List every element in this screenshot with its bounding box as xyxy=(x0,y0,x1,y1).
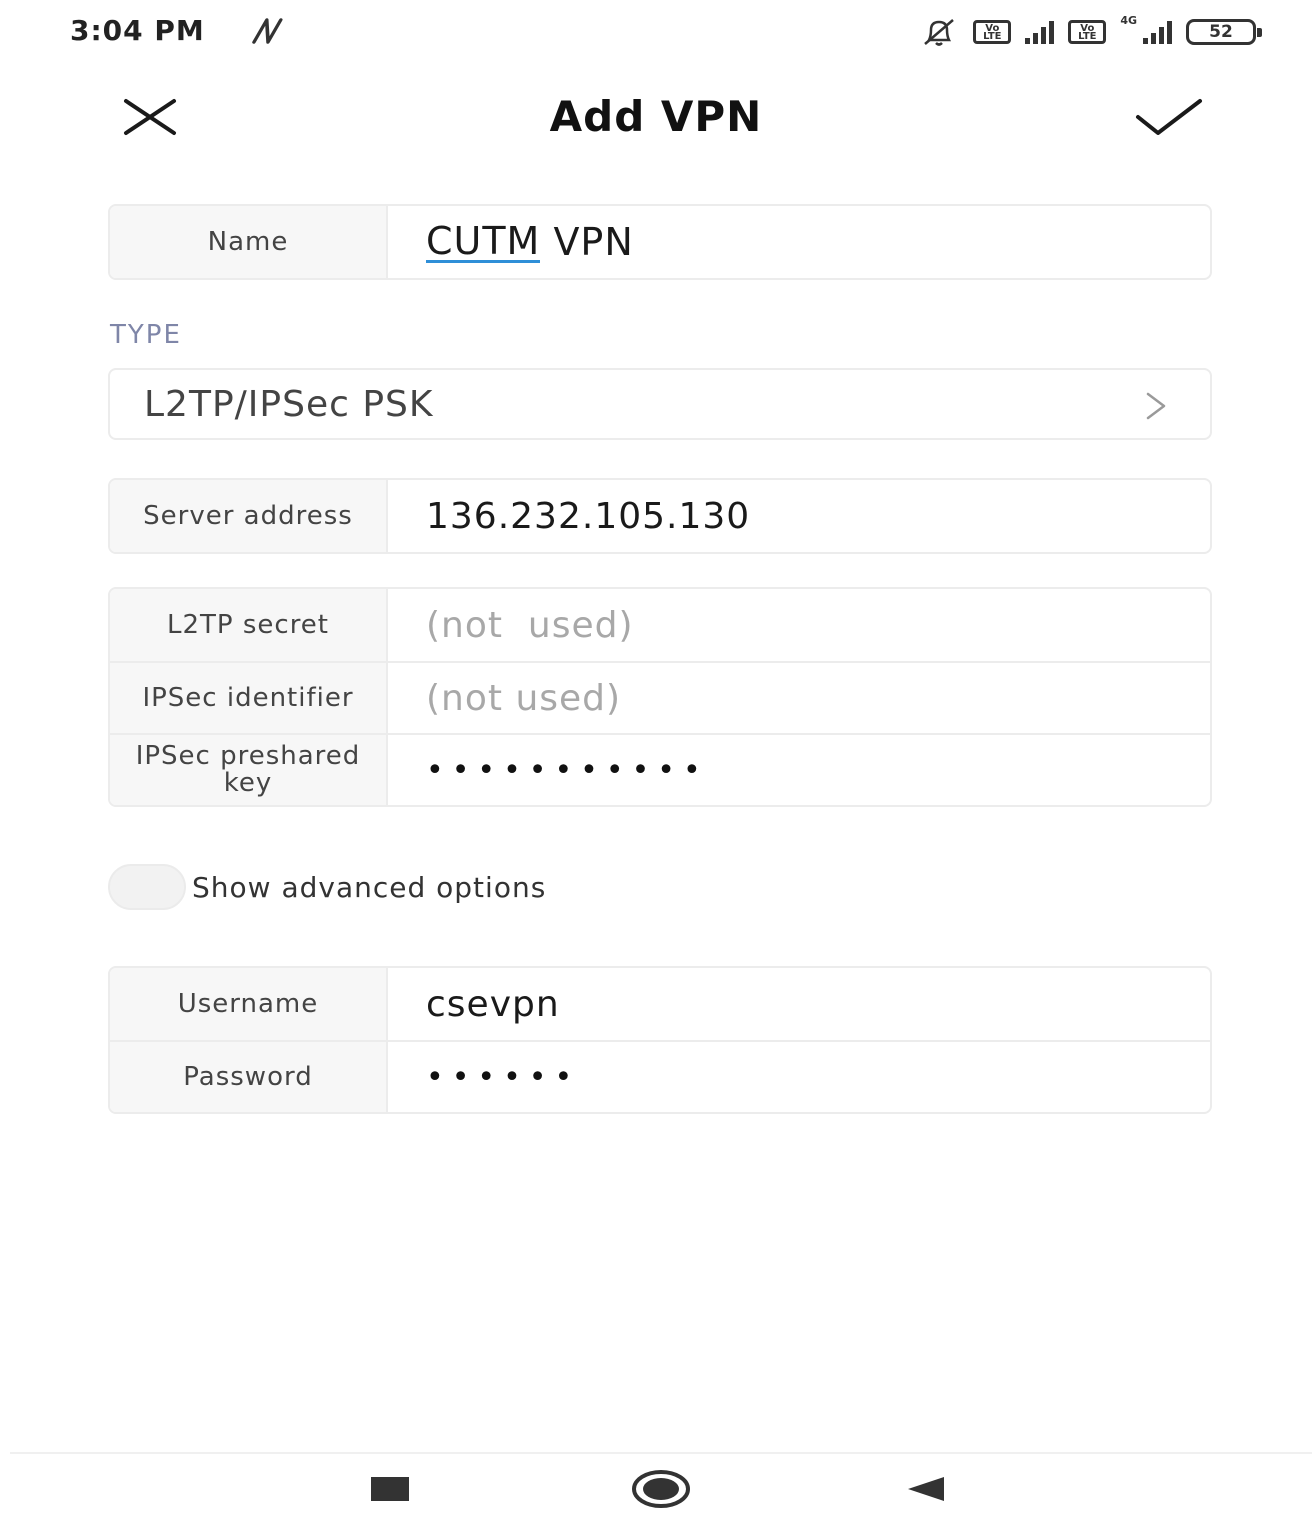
password-label: Password xyxy=(110,1042,388,1112)
name-value-underlined: CUTM xyxy=(426,218,541,263)
recents-button[interactable] xyxy=(360,1466,420,1512)
recents-icon xyxy=(371,1477,409,1501)
server-label: Server address xyxy=(110,480,388,552)
name-card: Name CUTM VPN xyxy=(108,204,1212,280)
confirm-button[interactable] xyxy=(1124,84,1214,150)
nfc-icon xyxy=(252,18,283,44)
back-icon xyxy=(908,1477,944,1501)
l2tp-secret-label: L2TP secret xyxy=(110,589,388,661)
l2tp-secret-input[interactable]: (not used) xyxy=(388,589,1210,661)
credentials-card: Username csevpn Password •••••• xyxy=(108,966,1212,1114)
ipsec-psk-label: IPSec preshared key xyxy=(110,735,388,805)
name-row: Name CUTM VPN xyxy=(110,206,1210,278)
network-type: 4G xyxy=(1120,14,1137,27)
ipsec-identifier-row: IPSec identifier (not used) xyxy=(110,661,1210,733)
page-title: Add VPN xyxy=(549,92,763,141)
check-icon xyxy=(1136,99,1202,135)
status-bar: 3:04 PM Vo LTE Vo LTE 4G 52 xyxy=(0,0,1312,64)
type-section-label: TYPE xyxy=(110,320,182,350)
volte-icon-2: Vo LTE xyxy=(1068,20,1107,44)
username-row: Username csevpn xyxy=(110,968,1210,1040)
username-input[interactable]: csevpn xyxy=(388,968,1210,1040)
name-value-rest: VPN xyxy=(540,220,634,264)
mute-icon xyxy=(924,19,955,46)
type-value: L2TP/IPSec PSK xyxy=(144,383,434,425)
ipsec-card: L2TP secret (not used) IPSec identifier … xyxy=(108,587,1212,807)
header: Add VPN xyxy=(0,70,1312,160)
back-button[interactable] xyxy=(896,1466,956,1512)
password-input[interactable]: •••••• xyxy=(388,1042,1210,1112)
status-icons: Vo LTE Vo LTE 4G 52 xyxy=(919,14,1262,50)
type-selector[interactable]: L2TP/IPSec PSK xyxy=(108,368,1212,440)
advanced-options-label: Show advanced options xyxy=(192,870,547,904)
advanced-options-toggle[interactable] xyxy=(108,864,186,910)
ipsec-identifier-input[interactable]: (not used) xyxy=(388,663,1210,733)
username-label: Username xyxy=(110,968,388,1040)
name-input[interactable]: CUTM VPN xyxy=(388,206,1210,278)
volte-icon: Vo LTE xyxy=(973,20,1012,44)
ipsec-psk-input[interactable]: ••••••••••• xyxy=(388,735,1210,805)
server-row: Server address 136.232.105.130 xyxy=(110,480,1210,552)
ipsec-psk-row: IPSec preshared key ••••••••••• xyxy=(110,733,1210,805)
password-row: Password •••••• xyxy=(110,1040,1210,1112)
navigation-bar xyxy=(10,1452,1312,1522)
advanced-options-toggle-row[interactable]: Show advanced options xyxy=(108,862,546,912)
name-label: Name xyxy=(110,206,388,278)
server-card: Server address 136.232.105.130 xyxy=(108,478,1212,554)
status-time: 3:04 PM xyxy=(70,14,205,47)
chevron-right-icon xyxy=(1146,392,1166,420)
server-address-input[interactable]: 136.232.105.130 xyxy=(388,480,1210,552)
home-button[interactable] xyxy=(626,1466,696,1512)
signal-icon xyxy=(1025,20,1055,44)
l2tp-secret-row: L2TP secret (not used) xyxy=(110,589,1210,661)
ipsec-identifier-label: IPSec identifier xyxy=(110,663,388,733)
signal-icon-2 xyxy=(1143,20,1172,44)
battery-icon: 52 xyxy=(1186,19,1262,45)
home-icon xyxy=(632,1470,690,1508)
